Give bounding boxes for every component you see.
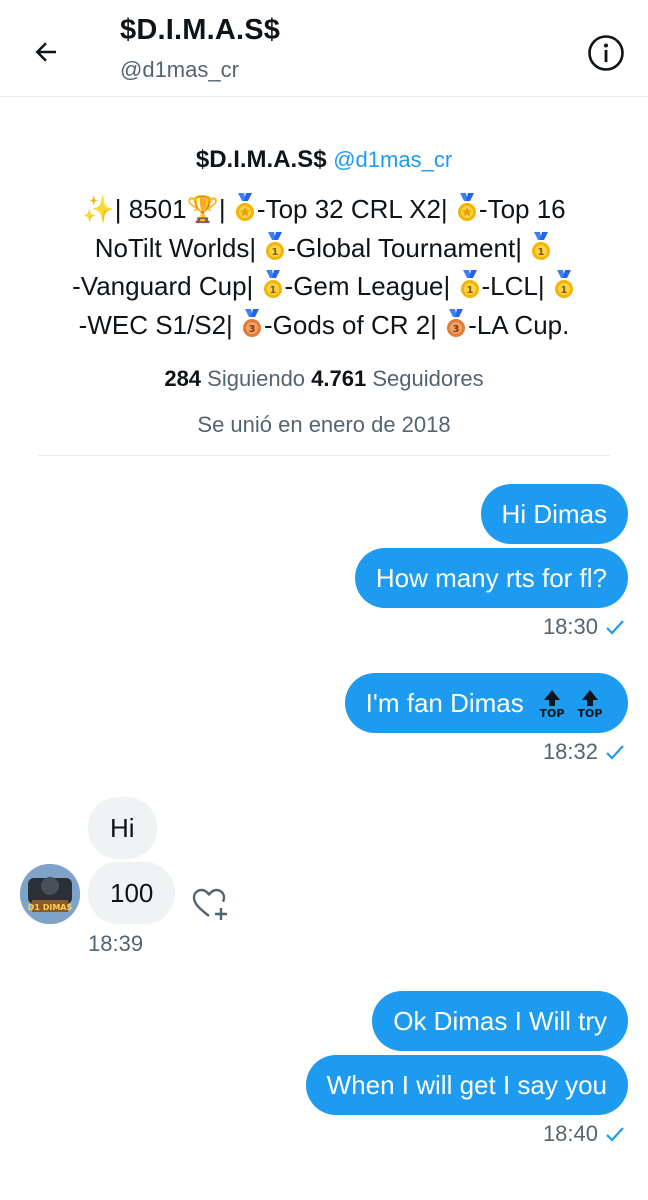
- sparkle-icon: ✨: [82, 194, 115, 224]
- message-bubble-outgoing[interactable]: Hi Dimas: [480, 484, 628, 544]
- medal-gold-icon: 1: [266, 231, 285, 260]
- followers-label: Seguidores: [372, 366, 484, 391]
- info-button[interactable]: [586, 33, 626, 73]
- header-handle: @d1mas_cr: [120, 57, 239, 82]
- message-bubble-outgoing[interactable]: When I will get I say you: [305, 1055, 628, 1115]
- svg-text:1: 1: [560, 285, 567, 296]
- read-check-icon: [606, 745, 624, 760]
- svg-text:1: 1: [466, 285, 473, 296]
- top-arrow-icon: TOP: [578, 690, 603, 718]
- avatar-image: D1 DIMAS: [20, 864, 80, 924]
- svg-text:D1 DIMAS: D1 DIMAS: [28, 903, 73, 912]
- back-button[interactable]: [28, 34, 64, 70]
- heart-plus-icon: [192, 888, 227, 920]
- read-check-icon: [606, 620, 624, 635]
- top-arrow-icon: TOP: [540, 690, 565, 718]
- svg-text:1: 1: [538, 247, 545, 258]
- message-timestamp: 18:39: [88, 931, 144, 956]
- medal-bronze-icon: 3: [447, 308, 466, 337]
- message-text: I'm fan Dimas: [365, 688, 524, 718]
- following-stat[interactable]: 284 Siguiendo: [164, 366, 305, 391]
- svg-text:3: 3: [453, 324, 460, 335]
- profile-bio: ✨| 8501🏆| -Top 32 CRL X2| -Top 16 NoTilt…: [24, 190, 624, 344]
- svg-text:TOP: TOP: [540, 707, 565, 718]
- trophy-icon: 🏆: [186, 194, 219, 224]
- message-bubble-outgoing[interactable]: Ok Dimas I Will try: [372, 991, 628, 1051]
- info-icon: [588, 35, 624, 71]
- message-meta: 18:40: [543, 1121, 626, 1147]
- profile-stats: 284 Siguiendo 4.761 Seguidores: [0, 366, 648, 392]
- svg-text:3: 3: [249, 324, 256, 335]
- back-arrow-icon: [35, 42, 56, 62]
- message-bubble-outgoing[interactable]: How many rts for fl?: [354, 548, 628, 608]
- svg-text:TOP: TOP: [578, 707, 603, 718]
- svg-text:1: 1: [269, 285, 276, 296]
- medal-gold-icon: 1: [460, 270, 479, 298]
- message-timestamp: 18:30: [542, 614, 598, 639]
- message-bubble-outgoing[interactable]: I'm fan Dimas TOP TOP: [344, 673, 628, 733]
- medal-gold-icon: 1: [263, 270, 282, 298]
- following-count: 284: [164, 366, 202, 391]
- message-timestamp: 18:40: [542, 1121, 598, 1146]
- profile-handle[interactable]: @d1mas_cr: [333, 147, 452, 172]
- svg-text:1: 1: [272, 247, 279, 258]
- read-check-icon: [606, 1127, 624, 1142]
- medal-gold-icon: 1: [532, 231, 551, 260]
- followers-stat[interactable]: 4.761 Seguidores: [311, 366, 484, 391]
- message-meta: 18:32: [543, 739, 626, 765]
- message-meta: 18:30: [543, 614, 626, 640]
- section-divider: [38, 455, 610, 456]
- joined-date: Se unió en enero de 2018: [197, 412, 451, 437]
- followers-count: 4.761: [311, 366, 367, 391]
- message-timestamp: 18:32: [542, 739, 598, 764]
- medal-gold-icon: [235, 193, 254, 221]
- header-title: $D.I.M.A.S$: [120, 14, 281, 46]
- avatar[interactable]: D1 DIMAS: [20, 864, 80, 924]
- add-reaction-button[interactable]: [190, 884, 230, 924]
- medal-bronze-icon: 3: [243, 308, 262, 337]
- medal-gold-icon: 1: [554, 270, 573, 298]
- medal-gold-icon: [457, 193, 476, 221]
- conversation-header: $D.I.M.A.S$ @d1mas_cr: [0, 0, 648, 97]
- message-bubble-incoming[interactable]: Hi: [88, 797, 157, 859]
- profile-card[interactable]: $D.I.M.A.S$ @d1mas_cr ✨| 8501🏆| -Top 32 …: [0, 140, 648, 438]
- following-label: Siguiendo: [207, 366, 306, 391]
- profile-name: $D.I.M.A.S$: [195, 146, 327, 173]
- message-bubble-incoming[interactable]: 100: [88, 862, 176, 924]
